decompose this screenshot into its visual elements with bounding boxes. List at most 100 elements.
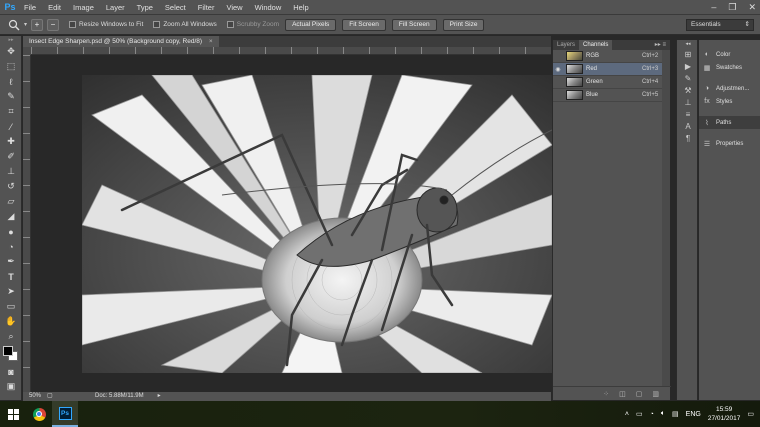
history-icon[interactable]: ⊞: [677, 48, 699, 60]
tool-presets-icon[interactable]: ⚒: [677, 84, 699, 96]
eyedropper-tool-icon[interactable]: ⁄: [0, 119, 22, 134]
new-channel-icon[interactable]: ▢: [636, 390, 643, 398]
channel-row-blue[interactable]: Blue Ctrl+5: [553, 89, 670, 102]
panel-paths[interactable]: ⌇ Paths: [699, 116, 760, 129]
channel-row-green[interactable]: Green Ctrl+4: [553, 76, 670, 89]
status-menu-arrow-icon[interactable]: ▸: [158, 392, 161, 401]
eraser-tool-icon[interactable]: ▱: [0, 194, 22, 209]
tab-channels[interactable]: Channels: [579, 40, 613, 50]
chevron-up-icon[interactable]: ˄: [625, 411, 629, 418]
panel-scrollbar[interactable]: [662, 50, 670, 386]
collapse-icon[interactable]: ◂◂: [677, 40, 699, 48]
chrome-taskbar-button[interactable]: [26, 401, 52, 427]
menu-filter[interactable]: Filter: [192, 0, 221, 15]
chevron-down-icon: ▾: [24, 22, 28, 28]
clone-stamp-tool-icon[interactable]: ⊥: [0, 164, 22, 179]
actual-pixels-button[interactable]: Actual Pixels: [285, 18, 337, 31]
menu-image[interactable]: Image: [67, 0, 100, 15]
zoom-all-windows-checkbox[interactable]: Zoom All Windows: [153, 21, 217, 28]
clone-source-icon[interactable]: ⊥: [677, 96, 699, 108]
quick-mask-icon[interactable]: ◙: [0, 364, 22, 379]
healing-brush-tool-icon[interactable]: ✚: [0, 134, 22, 149]
fill-screen-button[interactable]: Fill Screen: [391, 18, 437, 31]
paragraph-icon[interactable]: ¶: [677, 132, 699, 144]
color-swatches[interactable]: [0, 344, 21, 364]
layer-comps-icon[interactable]: ≡: [677, 108, 699, 120]
photoshop-taskbar-button[interactable]: Ps: [52, 401, 78, 427]
document-tab[interactable]: Insect Edge Sharpen.psd @ 50% (Backgroun…: [23, 36, 219, 47]
ruler-origin[interactable]: [23, 47, 31, 55]
network-icon[interactable]: ◔: [650, 411, 654, 418]
eye-icon[interactable]: ◉: [553, 66, 563, 73]
canvas-area[interactable]: [31, 55, 552, 392]
panel-adjustments[interactable]: ◑ Adjustmen...: [699, 82, 760, 95]
menu-type[interactable]: Type: [131, 0, 159, 15]
history-brush-tool-icon[interactable]: ↺: [0, 179, 22, 194]
hand-tool-icon[interactable]: ✋: [0, 314, 22, 329]
paint-bucket-tool-icon[interactable]: ◢: [0, 209, 22, 224]
panel-swatches[interactable]: ▦ Swatches: [699, 61, 760, 74]
document-image[interactable]: [82, 75, 552, 373]
pen-tool-icon[interactable]: ✒: [0, 254, 22, 269]
close-button[interactable]: ✕: [748, 0, 756, 15]
trash-icon[interactable]: ▥: [652, 390, 659, 398]
horizontal-ruler[interactable]: [31, 47, 551, 55]
panel-styles[interactable]: fx Styles: [699, 95, 760, 108]
minimize-button[interactable]: –: [711, 0, 716, 15]
dodge-tool-icon[interactable]: ◔: [0, 239, 22, 254]
brush-presets-icon[interactable]: ✎: [677, 72, 699, 84]
close-icon[interactable]: ×: [209, 38, 213, 45]
zoom-level[interactable]: 50%: [23, 392, 47, 401]
keyboard-icon[interactable]: ▤: [672, 410, 679, 418]
actions-icon[interactable]: ▶: [677, 60, 699, 72]
panel-menu-icon[interactable]: ▸▸ ≡: [655, 40, 670, 50]
menu-layer[interactable]: Layer: [100, 0, 131, 15]
lasso-tool-icon[interactable]: ℓ: [0, 74, 22, 89]
resize-windows-checkbox[interactable]: Resize Windows to Fit: [69, 21, 143, 28]
type-tool-icon[interactable]: T: [0, 269, 22, 284]
battery-icon[interactable]: ▭: [636, 410, 643, 418]
tab-layers[interactable]: Layers: [553, 40, 579, 50]
tool-preset-picker[interactable]: ▾: [8, 19, 27, 31]
character-icon[interactable]: A: [677, 120, 699, 132]
restore-button[interactable]: ❐: [728, 0, 736, 15]
menu-window[interactable]: Window: [249, 0, 288, 15]
notifications-icon[interactable]: ▭: [747, 410, 754, 418]
save-selection-icon[interactable]: ◫: [619, 390, 626, 398]
menu-file[interactable]: File: [18, 0, 42, 15]
move-tool-icon[interactable]: ✥: [0, 44, 22, 59]
rectangle-tool-icon[interactable]: ▭: [0, 299, 22, 314]
path-selection-tool-icon[interactable]: ➤: [0, 284, 22, 299]
menu-edit[interactable]: Edit: [42, 0, 67, 15]
vertical-ruler[interactable]: [23, 55, 31, 392]
marquee-tool-icon[interactable]: ⬚: [0, 59, 22, 74]
clock[interactable]: 15:59 27/01/2017: [708, 405, 741, 423]
info-icon[interactable]: ▢: [47, 392, 55, 401]
panel-properties[interactable]: ☰ Properties: [699, 137, 760, 150]
language-indicator[interactable]: ENG: [686, 411, 701, 418]
menu-help[interactable]: Help: [287, 0, 314, 15]
screen-mode-icon[interactable]: ▣: [0, 379, 22, 394]
menu-view[interactable]: View: [220, 0, 248, 15]
brush-tool-icon[interactable]: ✐: [0, 149, 22, 164]
channel-row-red[interactable]: ◉ Red Ctrl+3: [553, 63, 670, 76]
print-size-button[interactable]: Print Size: [442, 18, 485, 31]
panel-color[interactable]: ◐ Color: [699, 48, 760, 61]
blur-tool-icon[interactable]: ●: [0, 224, 22, 239]
panel-collapse-icon[interactable]: ▸▸: [0, 36, 22, 44]
scrubby-zoom-checkbox[interactable]: Scrubby Zoom: [226, 21, 279, 28]
load-selection-icon[interactable]: ⁘: [603, 390, 609, 398]
quick-selection-tool-icon[interactable]: ✎: [0, 89, 22, 104]
channel-name: Red: [586, 66, 598, 72]
workspace-switcher[interactable]: Essentials ⇕: [686, 19, 754, 31]
foreground-color-swatch[interactable]: [3, 346, 13, 356]
fit-screen-button[interactable]: Fit Screen: [342, 18, 386, 31]
zoom-tool-icon[interactable]: ⌕: [0, 329, 22, 344]
zoom-out-button[interactable]: −: [47, 18, 60, 31]
volume-icon[interactable]: 🔈︎: [661, 410, 665, 418]
channel-row-rgb[interactable]: RGB Ctrl+2: [553, 50, 670, 63]
start-button[interactable]: [0, 401, 26, 427]
crop-tool-icon[interactable]: ⌗: [0, 104, 22, 119]
zoom-in-button[interactable]: +: [31, 18, 44, 31]
menu-select[interactable]: Select: [159, 0, 192, 15]
